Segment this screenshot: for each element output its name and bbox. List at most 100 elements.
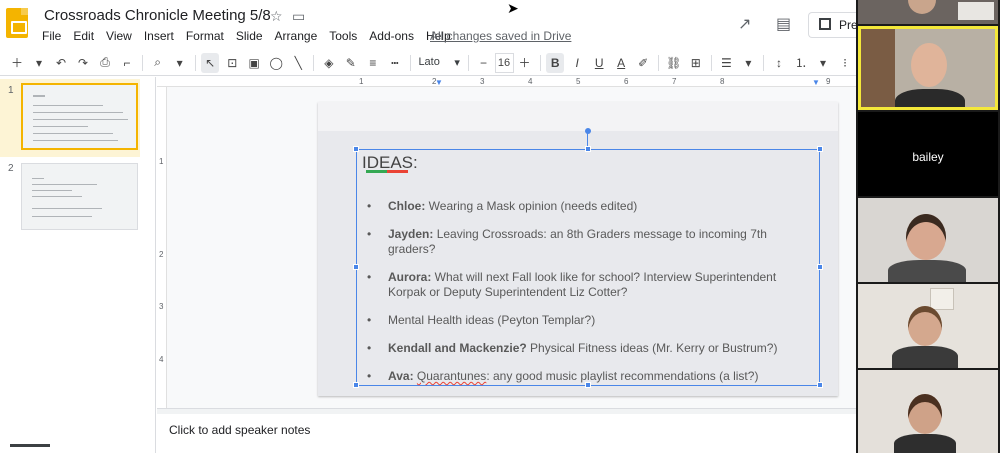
numbered-list-dropdown-icon[interactable]: ▾ [814,53,832,73]
menu-edit[interactable]: Edit [67,29,100,43]
underline-green [366,170,387,173]
zoom-dropdown-icon[interactable]: ▾ [171,53,189,73]
rotation-handle[interactable] [585,128,591,134]
move-folder-icon[interactable]: ▭ [292,8,305,25]
present-icon [819,18,831,30]
zoom-icon[interactable]: ⌕ [149,53,167,73]
italic-icon[interactable]: I [568,53,586,73]
list-item[interactable]: Mental Health ideas (Peyton Templar?) [367,313,815,328]
line-spacing-icon[interactable]: ↕ [770,53,788,73]
resize-handle[interactable] [353,146,359,152]
menu-addons[interactable]: Add-ons [363,29,420,43]
menu-slide[interactable]: Slide [230,29,269,43]
underline-icon[interactable]: U [590,53,608,73]
slide-thumbnail-2[interactable] [21,163,138,230]
menu-format[interactable]: Format [180,29,230,43]
menu-tools[interactable]: Tools [323,29,363,43]
resize-handle[interactable] [585,146,591,152]
slide-thumbnail-1[interactable] [21,83,138,150]
redo-icon[interactable]: ↷ [74,53,92,73]
select-tool-icon[interactable]: ↖ [201,52,220,73]
activity-trend-icon[interactable]: ↗ [738,14,751,34]
ruler-number: 7 [672,77,677,86]
ruler-number: 8 [720,77,725,86]
bold-icon[interactable]: B [546,52,565,73]
align-dropdown-icon[interactable]: ▾ [739,53,757,73]
list-item[interactable]: Aurora: What will next Fall look like fo… [367,270,815,300]
bullet-text: Wearing a Mask opinion (needs edited) [425,199,638,213]
link-icon[interactable]: ⛓ [665,53,683,73]
horizontal-ruler[interactable]: 1 2 3 4 5 6 7 8 9 ▼ ▼ [157,77,856,87]
list-item[interactable]: Kendall and Mackenzie? Physical Fitness … [367,341,815,356]
align-icon[interactable]: ☰ [717,53,735,73]
misspelled-word[interactable]: Quarantunes [417,369,486,383]
resize-handle[interactable] [353,264,359,270]
font-family-select[interactable]: Lato ▾ [414,53,463,73]
ideas-list[interactable]: Chloe: Wearing a Mask opinion (needs edi… [367,199,815,384]
image-icon[interactable]: ▣ [245,53,263,73]
background-window [958,2,994,20]
slides-logo-icon[interactable] [6,8,28,38]
ruler-number: 6 [624,77,629,86]
numbered-list-icon[interactable]: ⒈ [792,53,810,73]
ruler-number: 4 [528,77,533,86]
participant-tile-speaking[interactable] [858,26,998,110]
list-item[interactable]: Chloe: Wearing a Mask opinion (needs edi… [367,199,815,214]
participant-tile[interactable] [858,0,998,24]
indent-marker-icon[interactable]: ▼ [812,78,820,87]
participant-tile[interactable] [858,370,998,453]
print-icon[interactable]: ⎙ [96,53,114,73]
comments-icon[interactable]: ▤ [776,14,791,34]
participant-face [911,43,947,87]
thumb-text-line [33,126,88,127]
participant-tile[interactable]: bailey [858,112,998,196]
slide-number: 1 [8,85,14,96]
fill-color-icon[interactable]: ◈ [320,53,338,73]
menu-insert[interactable]: Insert [138,29,180,43]
menu-arrange[interactable]: Arrange [269,29,324,43]
toolbar-divider [763,54,764,71]
document-title[interactable]: Crossroads Chronicle Meeting 5/8 [44,7,271,24]
paint-format-icon[interactable]: ⌐ [118,53,136,73]
save-status-link[interactable]: All changes saved in Drive [430,29,571,43]
resize-handle[interactable] [817,264,823,270]
border-dash-icon[interactable]: ┅ [386,53,404,73]
font-size-input[interactable]: 16 [494,52,514,73]
decrease-font-size-icon[interactable]: − [475,53,493,73]
ruler-number: 3 [159,302,164,311]
shape-icon[interactable]: ◯ [267,53,285,73]
speaker-notes-placeholder[interactable]: Click to add speaker notes [169,423,310,437]
resize-handle[interactable] [353,382,359,388]
vertical-ruler[interactable]: 1 2 3 4 [157,87,167,408]
comment-add-icon[interactable]: ⊞ [687,53,705,73]
bullet-text: any good music playlist recommendations … [489,369,759,383]
participant-tile[interactable] [858,198,998,282]
line-icon[interactable]: ╲ [289,53,307,73]
menu-view[interactable]: View [100,29,138,43]
new-slide-icon[interactable]: ＋ [8,53,26,73]
resize-handle[interactable] [817,382,823,388]
bullet-name: Aurora: [388,270,432,284]
ruler-number: 2 [159,250,164,259]
bulleted-list-icon[interactable]: ⁝ [836,53,854,73]
border-weight-icon[interactable]: ≡ [364,53,382,73]
new-slide-dropdown-icon[interactable]: ▾ [30,53,48,73]
toolbar-divider [467,54,469,71]
slide-filmstrip: 1 2 [0,77,156,453]
header: Crossroads Chronicle Meeting 5/8 ☆ ▭ Fil… [0,0,858,50]
speaker-notes[interactable]: Click to add speaker notes [157,414,856,453]
present-button[interactable]: Pre [808,12,858,38]
text-color-icon[interactable]: A [612,53,630,73]
text-box-icon[interactable]: ⊡ [223,53,241,73]
list-item[interactable]: Jayden: Leaving Crossroads: an 8th Grade… [367,227,815,257]
star-icon[interactable]: ☆ [270,8,283,25]
undo-icon[interactable]: ↶ [52,53,70,73]
participant-tile[interactable] [858,284,998,368]
menu-file[interactable]: File [36,29,67,43]
highlight-color-icon[interactable]: ✐ [634,53,652,73]
resize-handle[interactable] [817,146,823,152]
border-color-icon[interactable]: ✎ [342,53,360,73]
indent-marker-icon[interactable]: ▼ [435,78,443,87]
list-item[interactable]: Ava: Quarantunes: any good music playlis… [367,369,815,384]
increase-font-size-icon[interactable]: ＋ [516,53,534,73]
